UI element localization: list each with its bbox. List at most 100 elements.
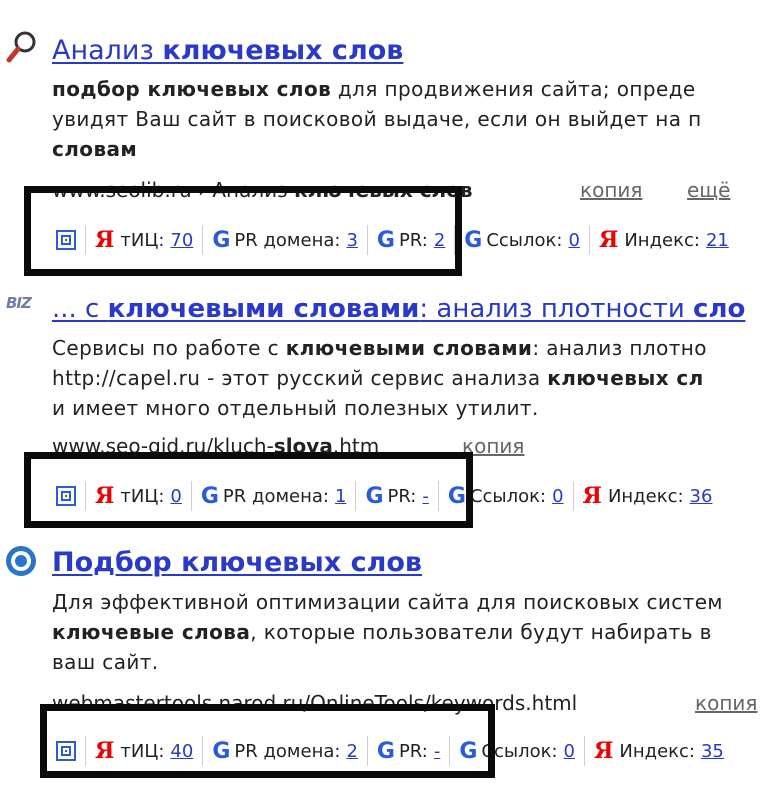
yandex-icon: Я (95, 738, 115, 764)
seo-label: PR домена: (222, 485, 329, 507)
google-icon: G (212, 227, 231, 253)
seo-value-link[interactable]: 1 (335, 486, 346, 507)
seo-value-link[interactable]: 40 (170, 741, 193, 762)
title-text: ... с (52, 294, 108, 324)
seo-segment-pr-domain: G PR домена: 3 (203, 225, 368, 255)
result-url: www.seolib.ru › Анализ ключевых слов (52, 177, 473, 203)
seo-value-link[interactable]: 0 (552, 486, 563, 507)
snippet-line: увидят Ваш сайт в поисковой выдаче, если… (52, 104, 702, 134)
seo-segment-links: G Ссылок: 0 (450, 736, 585, 766)
seo-segment-pr-domain: G PR домена: 1 (192, 481, 357, 511)
seo-value-link[interactable]: 3 (346, 230, 357, 251)
seo-segment-index: Я Индекс: 36 (574, 481, 722, 511)
biz-icon: BIZ (6, 294, 32, 312)
result-snippet: подбор ключевых слов для продвижения сай… (52, 74, 702, 164)
url-text-rest: .htm (332, 434, 380, 458)
snippet-text: , которые пользователи будут набирать в (250, 620, 712, 644)
cache-link[interactable]: копия (580, 177, 642, 203)
seo-label: Индекс: (607, 485, 684, 507)
result-url: webmastertools.narod.ru/OnlineTools/keyw… (52, 690, 577, 716)
seo-segment-logo (52, 736, 86, 766)
title-bold: Подбор ключевых слов (52, 547, 423, 578)
seo-segment-links: G Ссылок: 0 (439, 481, 574, 511)
seo-value-link[interactable]: - (422, 486, 429, 507)
seo-value-link[interactable]: 21 (706, 230, 729, 251)
snippet-bold: ключевыми словами (285, 336, 533, 360)
google-icon: G (200, 483, 219, 509)
title-text: Анализ (52, 35, 163, 66)
seo-segment-pr: G PR: - (368, 736, 451, 766)
seo-bar: ЯтИЦ: 0 G PR домена: 1 G PR: - G Ссылок: 0 Я Индекс:… (52, 481, 721, 511)
yandex-icon: Я (95, 483, 115, 509)
google-icon: G (376, 227, 395, 253)
result-snippet: Для эффективной оптимизации сайта для по… (52, 587, 723, 677)
title-bold: ключевыми словами (107, 294, 420, 324)
title-bold-2: сло (693, 294, 746, 324)
snippet-bold: ключевые слова (52, 620, 251, 644)
seo-value-link[interactable]: 0 (568, 230, 579, 251)
snippet-line: http://capel.ru - этот русский сервис ан… (52, 363, 707, 393)
seo-value-link[interactable]: 70 (170, 230, 193, 251)
target-icon (6, 546, 36, 576)
more-link[interactable]: ещё (687, 177, 730, 203)
snippet-text: для продвижения сайта; опреде (331, 77, 696, 101)
seo-value-link[interactable]: 0 (170, 486, 181, 507)
url-bold: slova (273, 434, 333, 458)
seo-label: PR домена: (234, 229, 341, 251)
seo-value-link[interactable]: 2 (346, 741, 357, 762)
snippet-bold: подбор ключевых слов (52, 77, 332, 101)
snippet-line: Сервисы по работе с ключевыми словами: а… (52, 333, 707, 363)
seo-label: PR: (398, 740, 428, 762)
seo-label: тИЦ: (120, 485, 165, 507)
seo-value-link[interactable]: 36 (690, 486, 713, 507)
seo-segment-logo (52, 225, 86, 255)
seo-segment-pr: G PR: 2 (368, 225, 456, 255)
seo-segment-tic: ЯтИЦ: 0 (86, 481, 192, 511)
seo-value-link[interactable]: - (434, 741, 441, 762)
title-text-rest: : анализ плотности (419, 294, 694, 324)
seo-spiral-icon[interactable] (56, 230, 76, 250)
url-text: webmastertools.narod.ru/OnlineTools/keyw… (52, 691, 578, 715)
snippet-line: ваш сайт. (52, 647, 723, 677)
seo-label: Ссылок: (469, 485, 547, 507)
snippet-bold: ключевых сл (547, 366, 704, 390)
google-icon: G (447, 483, 466, 509)
result-title-link[interactable]: Подбор ключевых слов (52, 546, 422, 580)
snippet-bold: словам (52, 137, 138, 161)
seo-spiral-icon[interactable] (56, 486, 76, 506)
seo-label: тИЦ: (120, 740, 165, 762)
seo-bar: ЯтИЦ: 70 G PR домена: 3 G PR: 2 G Ссылок: 0 Я Индекс… (52, 225, 738, 255)
seo-value-link[interactable]: 35 (701, 741, 724, 762)
seo-segment-pr: G PR: - (356, 481, 439, 511)
seo-label: Ссылок: (486, 229, 563, 251)
result-title-link[interactable]: Анализ ключевых слов (52, 34, 403, 68)
seo-label: Индекс: (624, 229, 700, 251)
snippet-text: Сервисы по работе с (52, 336, 286, 360)
seo-bar: ЯтИЦ: 40 G PR домена: 2 G PR: - G Ссылок: 0 Я Индекс… (52, 736, 733, 766)
seo-label: Ссылок: (481, 740, 558, 762)
magnifier-icon (6, 31, 36, 63)
url-bold: ключевых слов (294, 178, 473, 202)
snippet-text: увидят Ваш сайт в поисковой выдаче, если… (52, 107, 702, 131)
snippet-line: ключевые слова, которые пользователи буд… (52, 617, 723, 647)
yandex-icon: Я (582, 483, 602, 509)
seo-value-link[interactable]: 2 (434, 230, 445, 251)
seo-spiral-icon[interactable] (56, 741, 76, 761)
url-text: www.seolib.ru › Анализ (52, 178, 295, 202)
seo-value-link[interactable]: 0 (564, 741, 575, 762)
seo-label: PR: (387, 485, 417, 507)
cache-link[interactable]: копия (462, 433, 524, 459)
seo-segment-index: Я Индекс: 35 (585, 736, 733, 766)
result-title-link[interactable]: ... с ключевыми словами: анализ плотност… (52, 292, 745, 326)
cache-link[interactable]: копия (695, 690, 757, 716)
seo-segment-tic: ЯтИЦ: 40 (86, 736, 204, 766)
snippet-text: : анализ плотно (532, 336, 707, 360)
seo-segment-logo (52, 481, 86, 511)
google-icon: G (464, 227, 483, 253)
yandex-icon: Я (598, 227, 619, 253)
snippet-line: подбор ключевых слов для продвижения сай… (52, 74, 702, 104)
snippet-text: Для эффективной оптимизации сайта для по… (52, 590, 723, 614)
seo-segment-index: Я Индекс: 21 (590, 225, 738, 255)
seo-label: Индекс: (619, 740, 695, 762)
snippet-line: словам (52, 134, 702, 164)
